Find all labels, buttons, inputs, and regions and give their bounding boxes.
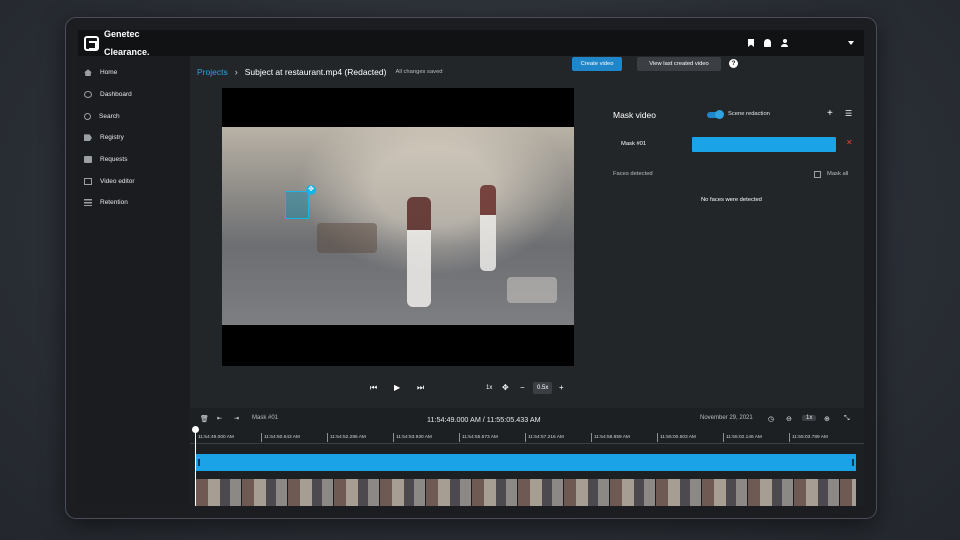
add-mask-icon[interactable]: + <box>827 108 833 119</box>
skip-forward-icon[interactable]: ⏭ <box>417 382 424 394</box>
settings-sliders-icon[interactable]: ☰ <box>845 109 852 118</box>
zoom-out-icon[interactable]: − <box>520 382 525 394</box>
timeline-mask-label: Mask #01 <box>252 415 279 421</box>
scene-table <box>507 277 557 303</box>
page-title: Subject at restaurant.mp4 (Redacted) <box>244 67 387 77</box>
sidebar-item-label: Retention <box>100 199 128 207</box>
mask-video-title: Mask video <box>613 110 656 120</box>
device-frame: Genetec Clearance. Home Dashboard Search… <box>66 18 876 518</box>
tick-label: 11:55:03.789 AM <box>789 433 828 442</box>
player-controls: ⏮ ▶ ⏭ 1x ✥ − 0.5x + <box>222 382 574 394</box>
tick-label: 11:55:00.503 AM <box>657 433 696 442</box>
sidebar: Home Dashboard Search Registry Requests … <box>78 56 190 506</box>
time-range: 11:54:49.000 AM / 11:55:05.433 AM <box>427 415 541 424</box>
sidebar-item-label: Search <box>99 112 120 120</box>
sidebar-item-label: Video editor <box>100 177 135 185</box>
logo-icon <box>84 35 99 51</box>
sidebar-item-requests[interactable]: Requests <box>78 149 190 171</box>
scene-person <box>480 185 496 271</box>
top-bar: Genetec Clearance. <box>78 30 864 56</box>
mask-all-label: Mask all <box>827 171 849 177</box>
breadcrumb-projects-link[interactable]: Projects <box>197 67 228 77</box>
timeline-ruler: 11:54:49.000 AM 11:54:50.643 AM 11:54:52… <box>190 430 864 444</box>
mask-name-label: Mask #01 <box>621 141 647 147</box>
tick-label: 11:54:58.859 AM <box>591 433 630 442</box>
view-last-video-button[interactable]: View last created video <box>637 57 721 71</box>
mask-color-bar[interactable] <box>692 137 836 152</box>
registry-icon <box>84 134 92 142</box>
trash-icon[interactable]: 🗑 <box>200 415 209 423</box>
scene-table <box>317 223 377 253</box>
jump-end-icon[interactable]: ⇥ <box>234 415 239 422</box>
collapse-icon[interactable]: ⤡ <box>844 415 850 423</box>
sidebar-item-video-editor[interactable]: Video editor <box>78 170 190 192</box>
chevron-right-icon: › <box>234 67 238 77</box>
play-icon[interactable]: ▶ <box>394 382 400 394</box>
sidebar-item-label: Requests <box>100 156 128 164</box>
mask-region[interactable] <box>285 191 309 219</box>
clock-icon[interactable]: ◷ <box>768 415 774 423</box>
tick-label: 11:54:55.573 AM <box>459 433 498 442</box>
retention-icon <box>84 199 92 207</box>
tick-label: 11:54:57.216 AM <box>525 433 564 442</box>
logo-line1: Genetec <box>104 30 140 39</box>
bell-icon[interactable] <box>764 39 771 47</box>
sidebar-item-dashboard[interactable]: Dashboard <box>78 84 190 106</box>
move-icon[interactable]: ✥ <box>306 185 316 195</box>
scene-person <box>407 197 431 307</box>
timeline: 🗑 ⇤ ⇥ Mask #01 11:54:49.000 AM / 11:55:0… <box>190 408 864 506</box>
sidebar-item-label: Registry <box>100 134 124 142</box>
playhead[interactable] <box>192 426 199 506</box>
tick-label: 11:54:52.286 AM <box>327 433 366 442</box>
top-actions <box>748 39 854 47</box>
home-icon <box>84 69 92 77</box>
user-icon[interactable] <box>781 39 788 47</box>
tick-label: 11:54:49.000 AM <box>195 433 234 442</box>
scene-redaction-label: Scene redaction <box>728 111 770 117</box>
mask-all-checkbox[interactable] <box>814 171 821 178</box>
sidebar-item-search[interactable]: Search <box>78 105 190 127</box>
tick-label: 11:54:53.930 AM <box>393 433 432 442</box>
create-video-button[interactable]: Create video <box>572 57 622 71</box>
delete-mask-icon[interactable]: ✕ <box>846 138 853 147</box>
video-editor-icon <box>84 177 92 185</box>
app-screen: Genetec Clearance. Home Dashboard Search… <box>78 30 864 506</box>
zoom-level[interactable]: 0.5x <box>533 382 553 394</box>
tick-label: 11:54:50.643 AM <box>261 433 300 442</box>
tick-label: 11:55:02.146 AM <box>723 433 762 442</box>
chevron-down-icon[interactable] <box>848 41 854 45</box>
timeline-date: November 29, 2021 <box>700 415 753 421</box>
dashboard-icon <box>84 91 92 99</box>
sidebar-item-label: Home <box>100 69 118 77</box>
video-player[interactable]: ✥ <box>222 88 574 366</box>
timeline-toolbar: 🗑 ⇤ ⇥ Mask #01 11:54:49.000 AM / 11:55:0… <box>190 408 864 430</box>
video-frame-image: ✥ <box>222 127 574 325</box>
zoom-out-icon[interactable]: ⊖ <box>786 415 792 423</box>
search-icon <box>84 112 91 120</box>
requests-icon <box>84 156 92 164</box>
mask-track[interactable] <box>196 454 856 471</box>
timeline-zoom[interactable]: 1x <box>802 415 817 421</box>
zoom-in-icon[interactable]: + <box>559 382 564 394</box>
video-thumbnail-strip[interactable] <box>196 479 856 506</box>
pan-icon[interactable]: ✥ <box>502 382 509 394</box>
save-status: All changes saved <box>395 69 443 75</box>
help-icon[interactable]: ? <box>729 59 738 68</box>
sidebar-item-label: Dashboard <box>100 91 132 99</box>
sidebar-item-home[interactable]: Home <box>78 62 190 84</box>
no-faces-message: No faces were detected <box>701 197 762 203</box>
faces-detected-label: Faces detected <box>613 171 653 177</box>
skip-back-icon[interactable]: ⏮ <box>370 382 377 394</box>
jump-start-icon[interactable]: ⇤ <box>217 415 222 422</box>
breadcrumb: Projects › Subject at restaurant.mp4 (Re… <box>197 67 443 77</box>
bookmark-icon[interactable] <box>748 39 754 47</box>
zoom-in-icon[interactable]: ⊕ <box>824 415 830 423</box>
scene-redaction-toggle[interactable] <box>707 110 724 119</box>
playback-speed[interactable]: 1x <box>486 382 492 394</box>
sidebar-item-registry[interactable]: Registry <box>78 127 190 149</box>
sidebar-item-retention[interactable]: Retention <box>78 192 190 214</box>
